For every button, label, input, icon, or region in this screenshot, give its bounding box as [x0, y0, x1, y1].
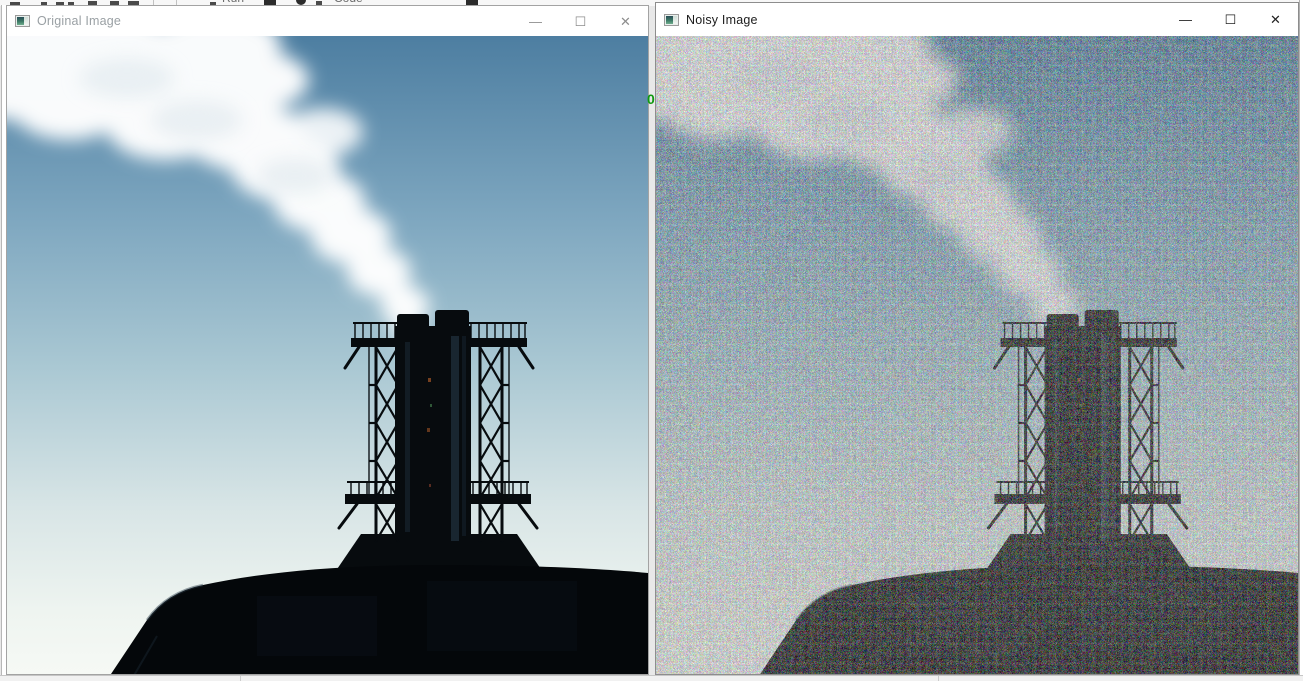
statusbar-divider: [240, 676, 241, 681]
original-image-canvas[interactable]: [7, 36, 648, 674]
titlebar[interactable]: Noisy Image — ☐ ✕: [656, 3, 1298, 36]
window-title: Original Image: [37, 14, 122, 28]
background-window-edge: [1299, 0, 1303, 680]
minimize-button[interactable]: —: [1163, 13, 1208, 26]
background-statusbar-sliver: [0, 675, 1303, 681]
minimize-button[interactable]: —: [513, 15, 558, 28]
close-button[interactable]: ✕: [1253, 13, 1298, 26]
titlebar[interactable]: Original Image — ☐ ✕: [7, 6, 648, 36]
background-stray-green-zero: 0: [647, 91, 655, 107]
noisy-image-canvas[interactable]: [656, 36, 1298, 674]
window-noisy-image[interactable]: Noisy Image — ☐ ✕: [655, 2, 1299, 675]
image-thumbnail-icon: [15, 15, 30, 27]
statusbar-divider: [938, 676, 939, 681]
image-thumbnail-icon: [664, 13, 679, 26]
maximize-button[interactable]: ☐: [1208, 13, 1253, 26]
window-original-image[interactable]: Original Image — ☐ ✕: [6, 5, 649, 675]
maximize-button[interactable]: ☐: [558, 15, 603, 28]
close-button[interactable]: ✕: [603, 15, 648, 28]
window-title: Noisy Image: [686, 12, 758, 27]
